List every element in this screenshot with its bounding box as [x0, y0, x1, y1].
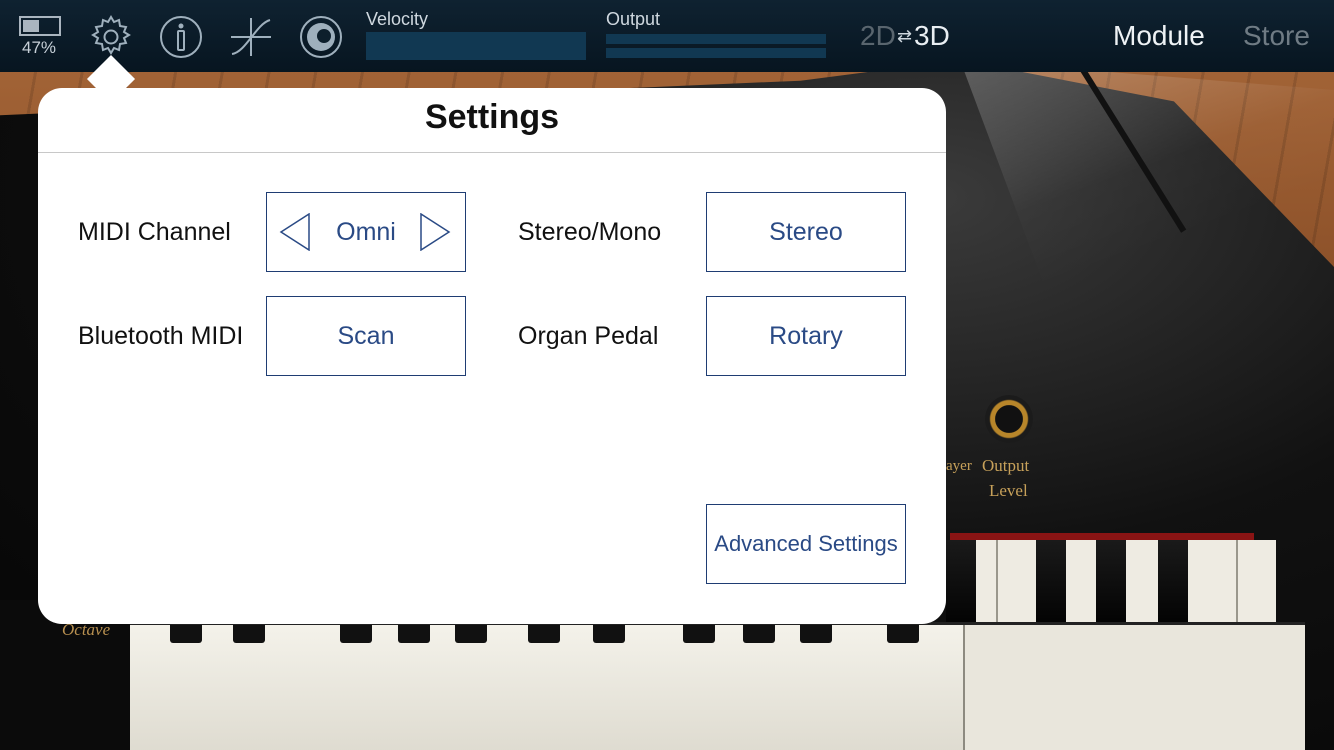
bluetooth-midi-label: Bluetooth MIDI	[78, 322, 244, 350]
black-key[interactable]	[683, 625, 715, 643]
gear-icon[interactable]	[88, 14, 134, 60]
white-key[interactable]	[380, 625, 435, 750]
settings-popover: Settings MIDI Channel Omni Stereo/Mono S…	[38, 88, 946, 624]
black-key[interactable]	[593, 625, 625, 643]
white-key[interactable]	[539, 625, 594, 750]
output-meter-right	[606, 48, 826, 58]
advanced-settings-button[interactable]: Advanced Settings	[706, 504, 906, 584]
view-toggle[interactable]: 2D ⇄ 3D	[858, 0, 958, 72]
settings-title: Settings	[424, 98, 560, 136]
battery-fill	[23, 20, 39, 32]
volume-knob-icon[interactable]	[298, 14, 344, 60]
black-key[interactable]	[528, 625, 560, 643]
battery-icon	[19, 16, 61, 36]
white-key[interactable]	[168, 625, 223, 750]
black-key[interactable]	[1036, 540, 1066, 635]
white-key[interactable]	[645, 625, 700, 750]
midi-channel-label: MIDI Channel	[78, 218, 231, 246]
white-key[interactable]	[327, 625, 382, 750]
black-key[interactable]	[887, 625, 919, 643]
black-key[interactable]	[946, 540, 976, 635]
black-key[interactable]	[340, 625, 372, 643]
black-key[interactable]	[1096, 540, 1126, 635]
output-level-label-2: Level	[989, 481, 1028, 500]
scan-button[interactable]: Scan	[266, 296, 466, 376]
white-key[interactable]	[433, 625, 488, 750]
black-key[interactable]	[233, 625, 265, 643]
info-icon[interactable]	[158, 14, 204, 60]
next-channel-icon[interactable]	[419, 213, 451, 251]
black-key[interactable]	[398, 625, 430, 643]
white-key[interactable]	[698, 625, 753, 750]
output-label: Output	[606, 9, 661, 29]
velocity-curve-icon[interactable]	[228, 14, 274, 60]
black-key[interactable]	[455, 625, 487, 643]
black-key[interactable]	[170, 625, 202, 643]
white-key[interactable]	[592, 625, 647, 750]
white-key[interactable]	[857, 625, 912, 750]
white-key[interactable]	[274, 625, 329, 750]
title-divider	[38, 152, 946, 153]
module-button[interactable]: Module	[1113, 20, 1205, 52]
top-bar: 47% Velocity Output 2D ⇄ 3D Module Store	[0, 0, 1334, 72]
previous-channel-icon[interactable]	[279, 213, 311, 251]
output-level-knob[interactable]	[985, 395, 1033, 443]
midi-channel-value: Omni	[336, 218, 396, 246]
swap-icon: ⇄	[897, 26, 913, 46]
keyboard[interactable]	[115, 622, 1305, 750]
stereo-mono-button[interactable]: Stereo	[706, 192, 906, 272]
black-key[interactable]	[800, 625, 832, 643]
organ-pedal-label: Organ Pedal	[518, 322, 659, 350]
output-level-label: Output	[982, 456, 1030, 475]
view-3d-label: 3D	[914, 20, 950, 51]
black-key[interactable]	[1158, 540, 1188, 635]
velocity-label: Velocity	[366, 9, 429, 29]
white-key[interactable]	[804, 625, 859, 750]
layer-label: ayer	[946, 458, 972, 474]
battery-percent: 47%	[22, 38, 57, 57]
output-meter-left	[606, 34, 826, 44]
midi-channel-selector[interactable]: Omni	[266, 192, 466, 272]
black-key[interactable]	[743, 625, 775, 643]
white-key[interactable]	[910, 625, 965, 750]
store-button[interactable]: Store	[1243, 20, 1310, 52]
white-key[interactable]	[486, 625, 541, 750]
view-2d-label: 2D	[860, 20, 896, 51]
white-key[interactable]	[221, 625, 276, 750]
stereo-mono-label: Stereo/Mono	[518, 218, 662, 246]
velocity-meter	[366, 32, 586, 60]
organ-pedal-button[interactable]: Rotary	[706, 296, 906, 376]
white-key[interactable]	[751, 625, 806, 750]
